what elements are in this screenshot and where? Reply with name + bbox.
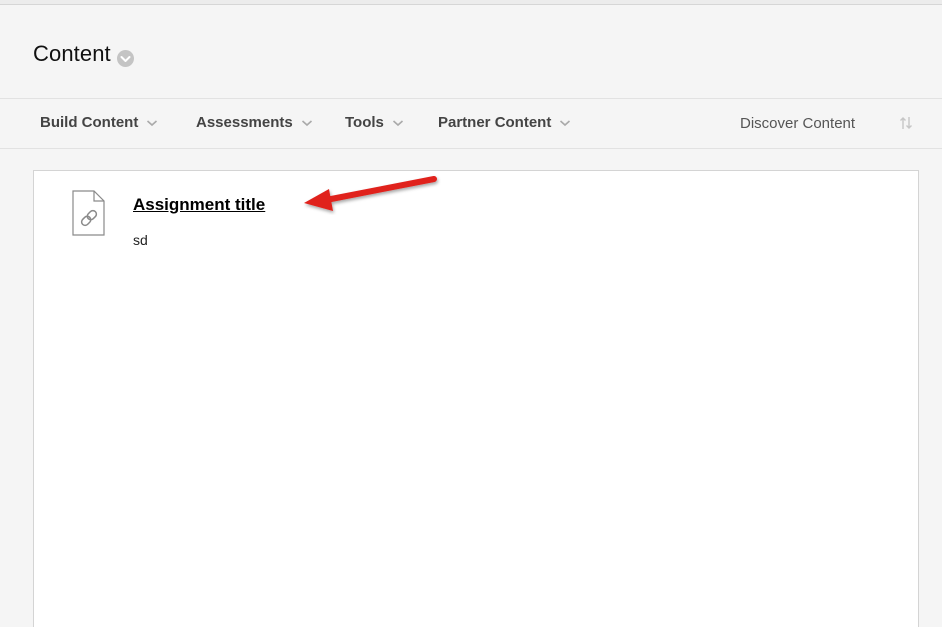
tools-label: Tools (345, 114, 384, 131)
assignment-title-link[interactable]: Assignment title (133, 195, 265, 215)
content-list-panel: Assignment title sd (33, 170, 919, 627)
assessments-label: Assessments (196, 114, 293, 131)
content-toolbar: Build Content Assessments Tools Partner … (0, 98, 942, 149)
build-content-label: Build Content (40, 114, 139, 131)
page-header: Content (0, 5, 942, 98)
assignment-description: sd (133, 232, 148, 248)
build-content-menu[interactable]: Build Content (40, 114, 158, 131)
chevron-down-icon (559, 119, 571, 127)
partner-content-label: Partner Content (438, 114, 552, 131)
partner-content-menu[interactable]: Partner Content (438, 114, 571, 131)
sort-icon[interactable] (898, 115, 914, 131)
link-document-icon (72, 190, 105, 236)
page: Content Build Content Assessments Tools (0, 0, 942, 627)
title-options-chevron-icon[interactable] (117, 50, 134, 67)
chevron-down-icon (301, 119, 313, 127)
chevron-down-icon (392, 119, 404, 127)
assessments-menu[interactable]: Assessments (196, 114, 313, 131)
page-title: Content (33, 41, 111, 66)
chevron-down-icon (146, 119, 158, 127)
discover-content-button[interactable]: Discover Content (740, 115, 855, 132)
tools-menu[interactable]: Tools (345, 114, 404, 131)
